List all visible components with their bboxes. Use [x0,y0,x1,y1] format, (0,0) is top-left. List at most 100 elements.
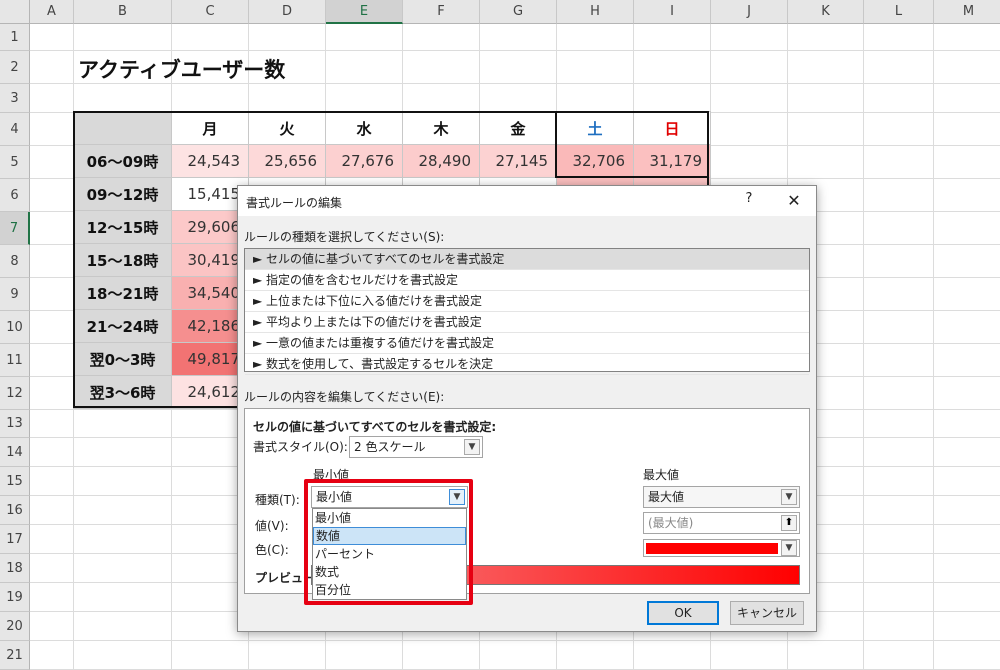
row-header[interactable]: 9 [0,278,30,311]
dropdown-option[interactable]: 百分位 [313,581,466,599]
value-cell[interactable]: 25,656 [248,144,326,178]
day-header-cell[interactable]: 日 [633,111,711,145]
column-header[interactable]: A [30,0,74,24]
day-header-cell[interactable]: 水 [325,111,403,145]
row-header[interactable]: 4 [0,113,30,146]
select-all-corner[interactable] [0,0,30,24]
rule-type-item[interactable]: ► 指定の値を含むセルだけを書式設定 [245,270,809,291]
row-header[interactable]: 17 [0,525,30,554]
rule-type-item[interactable]: ► 一意の値または重複する値だけを書式設定 [245,333,809,354]
table-header-row: 月火水木金土日 [73,111,711,145]
row-header[interactable]: 13 [0,410,30,438]
cancel-button[interactable]: キャンセル [730,601,804,625]
time-slot-cell[interactable]: 翌3〜6時 [73,375,172,409]
day-header-cell[interactable]: 土 [556,111,634,145]
time-slot-cell[interactable]: 18〜21時 [73,276,172,310]
time-slot-cell[interactable]: 06〜09時 [73,144,172,178]
min-type-dropdown-list[interactable]: 最小値 数値 パーセント 数式 百分位 [312,508,467,600]
row-header[interactable]: 16 [0,496,30,525]
chevron-down-icon[interactable]: ▼ [449,489,465,505]
row-header[interactable]: 14 [0,438,30,467]
ok-button[interactable]: OK [647,601,719,625]
time-slot-cell[interactable]: 翌0〜3時 [73,342,172,376]
row-header[interactable]: 6 [0,179,30,212]
max-color-picker[interactable]: ▼ [643,539,800,557]
value-cell[interactable]: 28,490 [402,144,480,178]
row-header[interactable]: 3 [0,84,30,113]
column-header[interactable]: B [74,0,172,24]
row-header[interactable]: 20 [0,612,30,641]
row-header[interactable]: 11 [0,344,30,377]
column-header[interactable]: I [634,0,711,24]
min-header: 最小値 [313,468,350,482]
day-header-cell[interactable]: 火 [248,111,326,145]
value-label: 値(V): [255,519,289,533]
grid-line [30,640,1000,641]
time-slot-cell[interactable]: 12〜15時 [73,210,172,244]
row-header[interactable]: 12 [0,377,30,410]
max-header: 最大値 [643,468,680,482]
column-header[interactable]: L [864,0,934,24]
column-header[interactable]: G [480,0,557,24]
max-value-input[interactable]: (最大値) ⬆ [643,512,800,534]
format-style-select[interactable]: 2 色スケール ▼ [349,436,483,458]
value-cell[interactable]: 27,676 [325,144,403,178]
format-style-label: 書式スタイル(O): [253,440,348,454]
edit-heading: セルの値に基づいてすべてのセルを書式設定: [253,420,497,434]
row-header[interactable]: 7 [0,212,30,245]
max-value-placeholder: (最大値) [648,516,694,530]
row-header[interactable]: 10 [0,311,30,344]
dropdown-option[interactable]: パーセント [313,545,466,563]
column-header[interactable]: K [788,0,864,24]
chevron-down-icon[interactable]: ▼ [464,439,480,455]
time-slot-cell[interactable]: 21〜24時 [73,309,172,343]
column-header[interactable]: H [557,0,634,24]
value-cell[interactable]: 32,706 [556,144,634,178]
dialog-titlebar[interactable]: 書式ルールの編集 ? ✕ [238,186,816,216]
row-header[interactable]: 8 [0,245,30,278]
sheet-title: アクティブユーザー数 [78,58,286,82]
grid-line [30,50,1000,51]
min-type-select[interactable]: 最小値 ▼ [311,486,468,508]
column-header[interactable]: E [326,0,403,24]
range-select-icon[interactable]: ⬆ [781,515,797,531]
row-header[interactable]: 18 [0,554,30,583]
row-header[interactable]: 2 [0,51,30,84]
day-header-cell[interactable]: 月 [171,111,249,145]
day-header-cell[interactable]: 金 [479,111,557,145]
column-header[interactable]: M [934,0,1000,24]
rule-type-item[interactable]: ► セルの値に基づいてすべてのセルを書式設定 [245,249,809,270]
column-header[interactable]: C [172,0,249,24]
column-header[interactable]: D [249,0,326,24]
rule-type-item[interactable]: ► 数式を使用して、書式設定するセルを決定 [245,354,809,375]
close-icon[interactable]: ✕ [782,191,806,211]
row-header[interactable]: 19 [0,583,30,612]
dropdown-option[interactable]: 数値 [313,527,466,545]
dropdown-option[interactable]: 最小値 [313,509,466,527]
day-header-cell[interactable]: 木 [402,111,480,145]
column-header[interactable]: F [403,0,480,24]
row-header[interactable]: 21 [0,641,30,670]
rule-type-list[interactable]: ► セルの値に基づいてすべてのセルを書式設定 ► 指定の値を含むセルだけを書式設定… [244,248,810,375]
chevron-down-icon[interactable]: ▼ [781,540,797,556]
dropdown-option[interactable]: 数式 [313,563,466,581]
column-header[interactable]: J [711,0,788,24]
row-header[interactable]: 5 [0,146,30,179]
chevron-down-icon[interactable]: ▼ [781,489,797,505]
type-label: 種類(T): [255,493,300,507]
max-type-value: 最大値 [648,490,685,504]
time-slot-cell[interactable]: 09〜12時 [73,177,172,211]
max-type-select[interactable]: 最大値 ▼ [643,486,800,508]
help-button[interactable]: ? [738,191,760,211]
row-header[interactable]: 15 [0,467,30,496]
time-slot-cell[interactable]: 15〜18時 [73,243,172,277]
value-cell[interactable]: 24,543 [171,144,249,178]
table-corner-cell[interactable] [73,111,172,145]
value-cell[interactable]: 31,179 [633,144,711,178]
rule-type-item[interactable]: ► 平均より上または下の値だけを書式設定 [245,312,809,333]
rule-type-item[interactable]: ► 上位または下位に入る値だけを書式設定 [245,291,809,312]
rule-type-label: ルールの種類を選択してください(S): [244,230,445,244]
row-header[interactable]: 1 [0,24,30,51]
grid-line [933,24,934,670]
value-cell[interactable]: 27,145 [479,144,557,178]
